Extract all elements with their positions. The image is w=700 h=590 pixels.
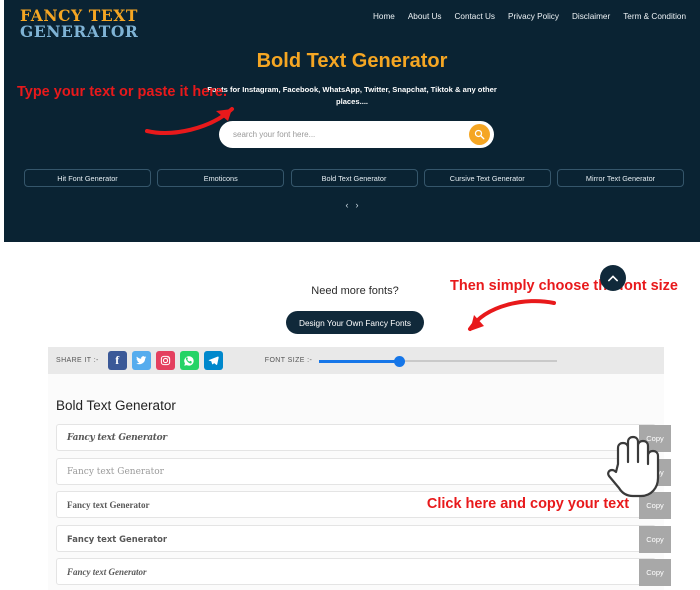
result-text: Fancy text Generator <box>67 466 164 477</box>
nav-item-contact-us[interactable]: Contact Us <box>455 12 496 21</box>
results-title: Bold Text Generator <box>56 398 176 413</box>
share-and-size-toolbar: SHARE IT :- f FONT SIZE :- <box>48 347 664 374</box>
design-own-fonts-button[interactable]: Design Your Own Fancy Fonts <box>286 311 424 334</box>
telegram-icon[interactable] <box>203 351 223 370</box>
result-text: Fancy text Generator <box>67 500 150 510</box>
page-root: FANCY TEXT GENERATOR Home About Us Conta… <box>0 0 700 590</box>
result-text: Fancy text Generator <box>67 567 147 577</box>
share-icon-group: f <box>107 351 223 370</box>
pill-bold-text-generator[interactable]: Bold Text Generator <box>290 169 418 187</box>
font-size-slider[interactable] <box>319 355 558 367</box>
search-button[interactable] <box>469 124 490 145</box>
pill-cursive-text-generator[interactable]: Cursive Text Generator <box>423 169 551 187</box>
annotation-type-here: Type your text or paste it here. <box>16 84 228 100</box>
result-text: Fancy text Generator <box>67 433 167 443</box>
annotation-arrow-to-slider <box>468 299 556 331</box>
site-logo[interactable]: FANCY TEXT GENERATOR <box>20 8 138 40</box>
list-item[interactable]: Fancy text Generator Copy <box>56 457 671 486</box>
search-input[interactable] <box>233 121 463 148</box>
search-icon <box>474 129 485 140</box>
annotation-choose-size: Then simply choose the font size <box>449 278 678 294</box>
result-text: Fancy text Generator <box>67 533 168 544</box>
nav-item-term-condition[interactable]: Term & Condition <box>623 12 686 21</box>
list-item[interactable]: Fancy text Generator Copy <box>56 524 671 553</box>
list-item[interactable]: Fancy text Generator Copy <box>56 558 671 586</box>
nav-item-home[interactable]: Home <box>373 12 395 21</box>
whatsapp-icon[interactable] <box>179 351 199 370</box>
scroll-to-top-button[interactable] <box>600 265 626 291</box>
page-title: Bold Text Generator <box>256 50 448 72</box>
hero-subtitle: Fonts for Instagram, Facebook, WhatsApp,… <box>207 85 497 106</box>
slider-thumb[interactable] <box>394 355 406 367</box>
nav-item-about-us[interactable]: About Us <box>408 12 442 21</box>
hero-header: FANCY TEXT GENERATOR Home About Us Conta… <box>4 0 700 242</box>
carousel-prev-icon[interactable]: ‹ <box>346 200 349 210</box>
pill-hit-font-generator[interactable]: Hit Font Generator <box>24 169 151 187</box>
main-navigation: Home About Us Contact Us Privacy Policy … <box>373 12 686 21</box>
list-item[interactable]: Fancy text Generator Copy <box>56 424 671 452</box>
results-panel: Bold Text Generator Fancy text Generator… <box>48 374 671 590</box>
copy-button[interactable]: Copy <box>639 458 671 486</box>
nav-item-privacy-policy[interactable]: Privacy Policy <box>508 12 559 21</box>
copy-button[interactable]: Copy <box>639 559 671 586</box>
nav-item-disclaimer[interactable]: Disclaimer <box>572 12 610 21</box>
font-size-label: FONT SIZE :- <box>264 357 313 364</box>
annotation-click-copy: Click here and copy your text <box>426 496 630 512</box>
twitter-icon[interactable] <box>131 351 151 370</box>
slider-fill <box>319 359 401 363</box>
copy-button[interactable]: Copy <box>639 425 671 452</box>
logo-line-2: GENERATOR <box>20 21 139 41</box>
pill-emoticons[interactable]: Emoticons <box>157 169 285 187</box>
chevron-up-icon <box>608 274 618 281</box>
need-more-fonts-label: Need more fonts? <box>311 285 399 297</box>
facebook-icon[interactable]: f <box>107 351 127 370</box>
category-pills: Hit Font Generator Emoticons Bold Text G… <box>24 169 684 187</box>
instagram-icon[interactable] <box>155 351 175 370</box>
search-bar <box>219 121 494 148</box>
share-it-label: SHARE IT :- <box>56 357 99 364</box>
carousel-controls: ‹ › <box>4 200 700 210</box>
pill-mirror-text-generator[interactable]: Mirror Text Generator <box>557 169 684 187</box>
copy-button[interactable]: Copy <box>639 525 671 553</box>
carousel-next-icon[interactable]: › <box>356 200 359 210</box>
